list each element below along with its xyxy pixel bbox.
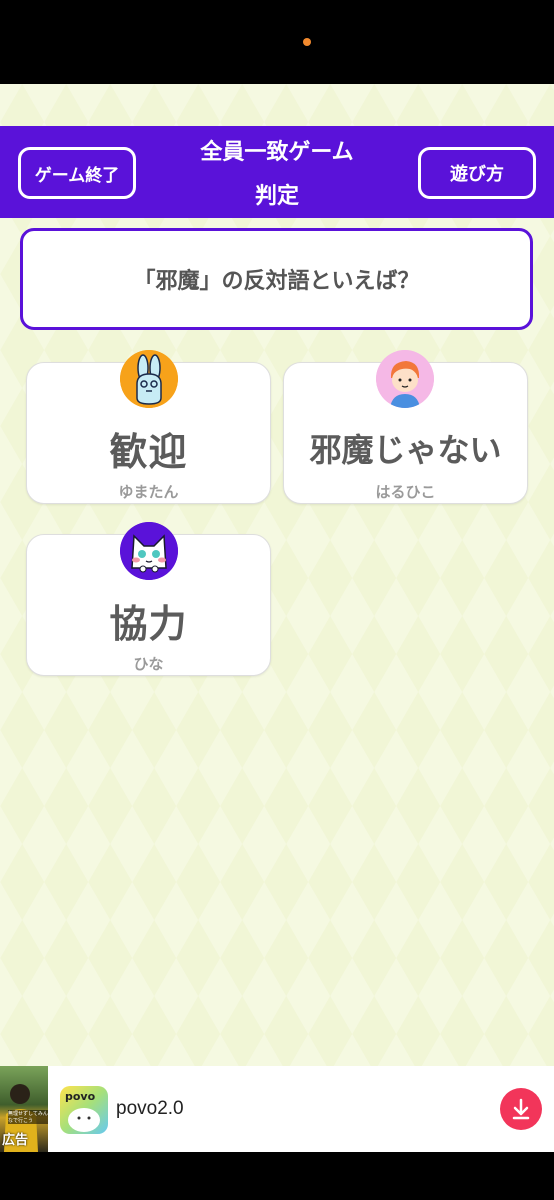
camera-indicator-icon (303, 38, 311, 46)
download-icon[interactable] (500, 1088, 542, 1130)
navigation-bar (0, 1152, 554, 1200)
ad-label: 広告 (2, 1133, 29, 1148)
answer-text: 邪魔じゃない (309, 431, 502, 469)
ad-title[interactable]: povo2.0 (116, 1098, 184, 1120)
rabbit-avatar-icon (120, 350, 178, 408)
end-game-button[interactable]: ゲーム終了 (18, 147, 136, 199)
status-bar (0, 0, 554, 84)
question-card: 「邪魔」の反対語といえば？ (20, 228, 533, 330)
player-name: ひな (133, 655, 164, 673)
game-screen: ゲーム終了 全員一致ゲーム 判定 遊び方 「邪魔」の反対語といえば？ 歓迎 ゆま… (0, 84, 554, 1066)
answer-text: 協力 (109, 602, 188, 646)
povo-app-icon[interactable]: povo (60, 1086, 108, 1134)
game-phase-title: 判定 (254, 184, 299, 209)
game-title: 全員一致ゲーム (200, 140, 354, 165)
ad-banner[interactable]: 無理せずしてみんなで行こう 広告 povo povo2.0 (0, 1066, 554, 1152)
ad-thumb-caption: 無理せずしてみんなで行こう (8, 1110, 48, 1124)
player-name: はるひこ (375, 483, 436, 501)
ad-thumbnail[interactable]: 無理せずしてみんなで行こう 広告 (0, 1066, 48, 1152)
player-name: ゆまたん (118, 483, 179, 501)
cat-avatar-icon (120, 522, 178, 580)
boy-avatar-icon (376, 350, 434, 408)
answer-text: 歓迎 (109, 430, 188, 474)
header-bar: ゲーム終了 全員一致ゲーム 判定 遊び方 (0, 126, 554, 218)
how-to-play-button[interactable]: 遊び方 (418, 147, 536, 199)
